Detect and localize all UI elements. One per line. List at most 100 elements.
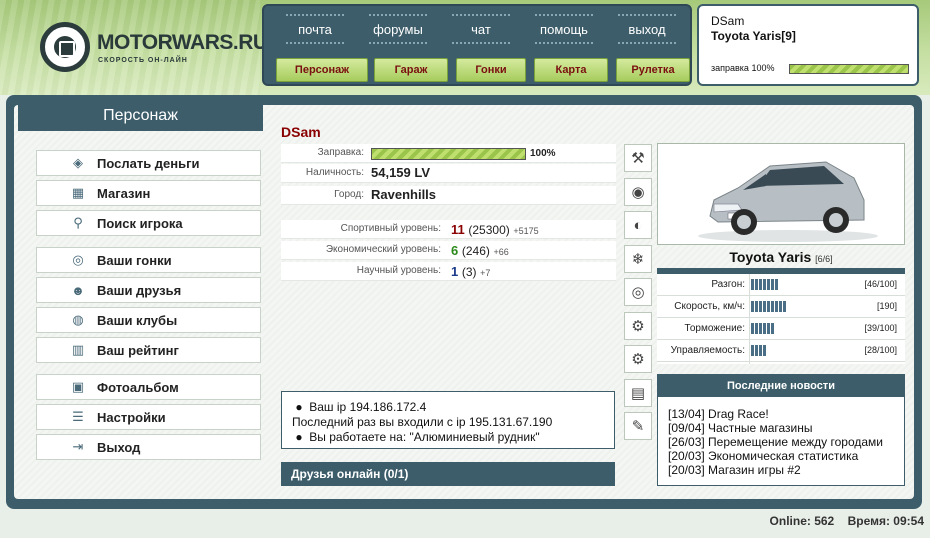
footer-status: Online: 562 Время: 09:54 <box>760 514 924 528</box>
magnifier-icon: ⚲ <box>73 215 83 230</box>
site-logo-title[interactable]: MOTORWARS.RU <box>97 31 268 55</box>
stat-bar-segment <box>759 345 762 356</box>
car-slots: [6/6] <box>815 254 833 264</box>
nav-forums-link[interactable]: форумы <box>363 14 433 44</box>
nav-logout-link[interactable]: выход <box>612 14 682 44</box>
sidebar-item-label: Ваши клубы <box>97 312 178 328</box>
sport-level-row: Спортивный уровень: 11 (25300) +5175 <box>281 220 616 239</box>
sidebar-item-shop[interactable]: ▦ Магазин <box>36 180 261 206</box>
level-delta: +66 <box>493 247 509 257</box>
car-name: Toyota Yaris <box>729 249 812 265</box>
stat-row: Скорость, км/ч: [190] <box>657 296 905 318</box>
steering-wheel-icon: ◎ <box>72 252 84 267</box>
stat-value: [46/100] <box>864 279 897 289</box>
sidebar-item-clubs[interactable]: ◍ Ваши клубы <box>36 307 261 333</box>
sidebar-item-rating[interactable]: ▥ Ваш рейтинг <box>36 337 261 363</box>
stat-bar-segment <box>763 345 766 356</box>
sidebar-item-exit[interactable]: ⇥ Выход <box>36 434 261 460</box>
friends-icon: ☻ <box>71 282 85 298</box>
stat-bar-segment <box>775 301 778 312</box>
sidebar-item-send-money[interactable]: ◈ Послать деньги <box>36 150 261 176</box>
sidebar-item-friends[interactable]: ☻ Ваши друзья <box>36 277 261 303</box>
sidebar-item-label: Ваши гонки <box>97 252 172 268</box>
sliders-icon: ☰ <box>72 409 84 424</box>
level-label: Научный уровень: <box>356 265 441 276</box>
work-line: ● Вы работаете на: "Алюминиевый рудник" <box>292 430 540 444</box>
level-value: 1 (3) +7 <box>451 264 490 279</box>
stat-bar <box>751 345 791 356</box>
transmission-icon[interactable]: ⚙ <box>624 345 652 373</box>
news-item[interactable]: [13/04] Drag Race! <box>668 407 894 421</box>
cash-value: 54,159 LV <box>371 165 431 180</box>
brake-disc-icon[interactable]: ◎ <box>624 278 652 306</box>
city-label: Город: <box>334 189 364 200</box>
camera-icon: ▣ <box>71 379 85 394</box>
garage-button[interactable]: Гараж <box>374 58 448 82</box>
roulette-button[interactable]: Рулетка <box>616 58 690 82</box>
fuel-label: Заправка: <box>317 147 364 158</box>
news-item[interactable]: [26/03] Перемещение между городами <box>668 435 894 449</box>
stat-row: Разгон: [46/100] <box>657 274 905 296</box>
car-image[interactable] <box>657 143 905 245</box>
cash-label: Наличность: <box>305 167 364 178</box>
sidebar-item-label: Ваши друзья <box>97 282 182 298</box>
nav-mail-link[interactable]: почта <box>280 14 350 44</box>
character-button[interactable]: Персонаж <box>276 58 368 82</box>
news-item[interactable]: [20/03] Магазин игры #2 <box>668 463 894 477</box>
last-ip-line: Последний раз вы входили с ip 195.131.67… <box>292 415 553 429</box>
stat-bar-segment <box>759 279 762 290</box>
globe-icon: ◍ <box>72 312 84 327</box>
stat-bar-segment <box>759 301 762 312</box>
stat-label: Разгон: <box>711 279 745 290</box>
logo-icon[interactable] <box>40 22 90 72</box>
engine-block-icon[interactable]: ▤ <box>624 379 652 407</box>
stat-value: [28/100] <box>864 345 897 355</box>
stat-bar-segment <box>763 323 766 334</box>
stat-bar-segment <box>755 279 758 290</box>
nav-chat-link[interactable]: чат <box>446 14 516 44</box>
city-value: Ravenhills <box>371 187 437 202</box>
fuel-bar-small <box>789 64 909 74</box>
map-button[interactable]: Карта <box>534 58 608 82</box>
stat-row: Управляемость: [28/100] <box>657 340 905 362</box>
nav-help-link[interactable]: помощь <box>529 14 599 44</box>
sidebar-item-label: Выход <box>97 439 141 455</box>
stat-bar <box>751 323 791 334</box>
sidebar-item-label: Настройки <box>97 409 166 425</box>
tire-icon[interactable]: ◉ <box>624 178 652 206</box>
stat-bar-segment <box>783 301 786 312</box>
turbo-icon[interactable]: ❄ <box>624 245 652 273</box>
friends-online-bar[interactable]: Друзья онлайн (0/1) <box>281 462 615 486</box>
economy-level-row: Экономический уровень: 6 (246) +66 <box>281 241 616 260</box>
fuel-bar <box>371 148 526 160</box>
sidebar-item-settings[interactable]: ☰ Настройки <box>36 404 261 430</box>
stat-label: Управляемость: <box>670 345 745 356</box>
news-item[interactable]: [20/03] Экономическая статистика <box>668 449 894 463</box>
suspension-icon[interactable]: ⚒ <box>624 144 652 172</box>
exhaust-icon[interactable]: ◐ <box>624 211 652 239</box>
stat-value: [190] <box>876 301 897 311</box>
wrench-parts-icon[interactable]: ✎ <box>624 412 652 440</box>
login-info-box: ● Ваш ip 194.186.172.4 Последний раз вы … <box>281 391 615 449</box>
level-number: 6 <box>451 243 459 258</box>
gears-icon[interactable]: ⚙ <box>624 312 652 340</box>
car-icon <box>698 161 878 242</box>
races-button[interactable]: Гонки <box>456 58 526 82</box>
stat-bar-segment <box>767 279 770 290</box>
sidebar-item-label: Ваш рейтинг <box>97 342 179 358</box>
user-car[interactable]: Toyota Yaris[9] <box>711 29 905 44</box>
level-delta: +5175 <box>513 226 539 236</box>
car-title: Toyota Yaris [6/6] <box>657 249 905 265</box>
sidebar-item-races[interactable]: ◎ Ваши гонки <box>36 247 261 273</box>
news-item[interactable]: [09/04] Частные магазины <box>668 421 894 435</box>
stat-bar-segment <box>755 323 758 334</box>
stat-bar-segment <box>751 279 754 290</box>
rating-chart-icon: ▥ <box>71 342 85 357</box>
user-name[interactable]: DSam <box>711 14 905 29</box>
stat-bar-segment <box>771 301 774 312</box>
exit-icon: ⇥ <box>72 439 84 454</box>
sidebar-item-find-player[interactable]: ⚲ Поиск игрока <box>36 210 261 236</box>
sidebar-item-photo-album[interactable]: ▣ Фотоальбом <box>36 374 261 400</box>
stat-bar-segment <box>751 323 754 334</box>
top-navigation: почта форумы чат помощь выход Персонаж Г… <box>262 4 692 86</box>
